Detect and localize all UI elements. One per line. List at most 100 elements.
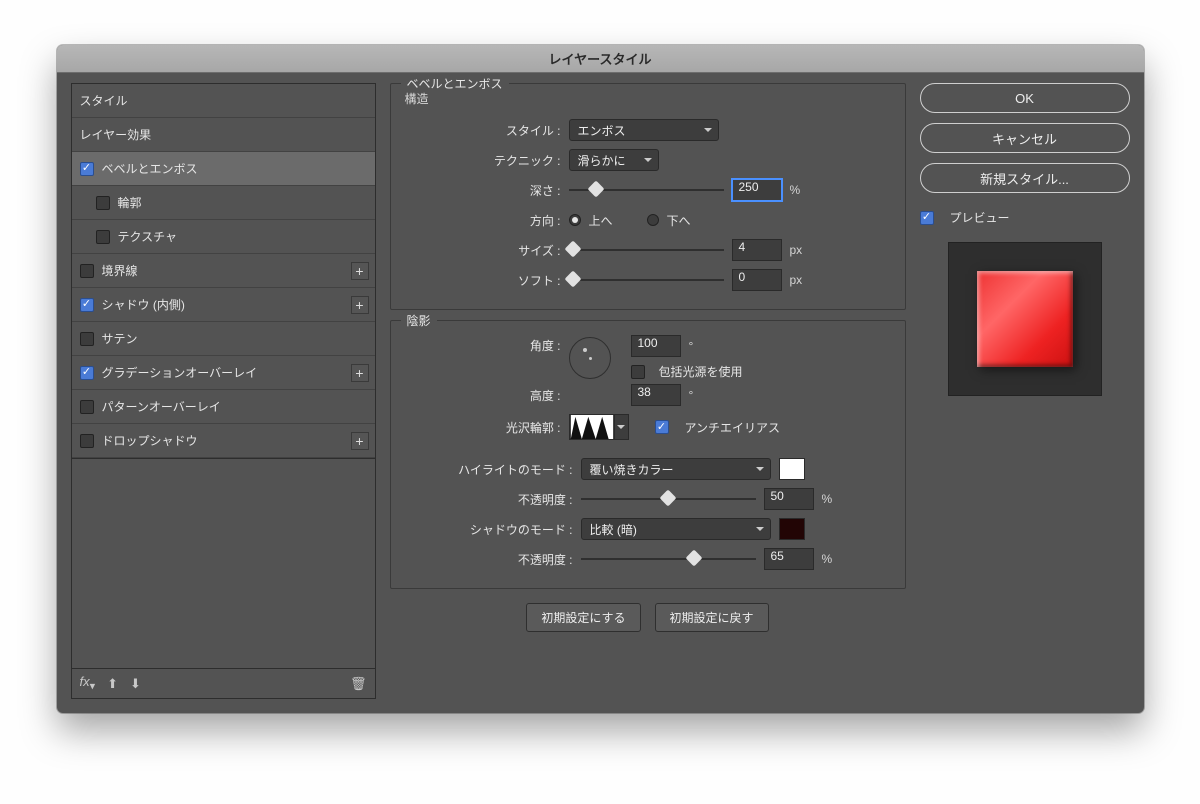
style-list-panel: スタイル レイヤー効果 ベベルとエンボス 輪郭 テクスチャ 境界線 + シャドウ … xyxy=(71,83,376,699)
shading-legend: 陰影 xyxy=(401,312,437,329)
action-panel: OK キャンセル 新規スタイル... プレビュー xyxy=(920,83,1130,699)
bevel-checkbox[interactable] xyxy=(80,162,94,176)
direction-up-label: 上へ xyxy=(589,212,613,229)
style-select[interactable]: エンボス xyxy=(569,119,719,141)
angle-input[interactable]: 100 xyxy=(631,335,681,357)
stroke-label: 境界線 xyxy=(102,262,138,279)
highlight-opacity-label: 不透明度 : xyxy=(423,491,573,508)
stroke-checkbox[interactable] xyxy=(80,264,94,278)
move-down-icon[interactable]: ⬇ xyxy=(130,676,141,692)
add-inner-shadow-icon[interactable]: + xyxy=(351,296,369,314)
contour-label: 輪郭 xyxy=(118,194,142,211)
gloss-contour-picker[interactable] xyxy=(569,414,615,440)
inner-shadow-checkbox[interactable] xyxy=(80,298,94,312)
depth-slider[interactable] xyxy=(569,181,724,199)
drop-shadow-label: ドロップシャドウ xyxy=(102,432,198,449)
gradient-overlay-checkbox[interactable] xyxy=(80,366,94,380)
highlight-opacity-slider[interactable] xyxy=(581,490,756,508)
gloss-contour-dropdown[interactable] xyxy=(615,414,629,440)
shadow-opacity-unit: % xyxy=(822,552,833,566)
altitude-input[interactable]: 38 xyxy=(631,384,681,406)
ok-button[interactable]: OK xyxy=(920,83,1130,113)
antialias-checkbox[interactable] xyxy=(655,420,669,434)
shadow-opacity-slider[interactable] xyxy=(581,550,756,568)
shadow-mode-label: シャドウのモード : xyxy=(423,521,573,538)
style-list-footer: fx▾ ⬆ ⬇ 🗑 xyxy=(71,669,376,699)
fx-icon[interactable]: fx▾ xyxy=(80,674,96,693)
inner-shadow-label: シャドウ (内側) xyxy=(102,296,185,313)
reset-default-button[interactable]: 初期設定に戻す xyxy=(655,603,769,632)
style-label: スタイル : xyxy=(423,122,561,139)
highlight-opacity-input[interactable]: 50 xyxy=(764,488,814,510)
direction-down-label: 下へ xyxy=(667,212,691,229)
size-input[interactable]: 4 xyxy=(732,239,782,261)
add-drop-shadow-icon[interactable]: + xyxy=(351,432,369,450)
inner-shadow-row[interactable]: シャドウ (内側) + xyxy=(72,288,375,322)
soften-unit: px xyxy=(790,273,803,287)
angle-dial[interactable] xyxy=(569,337,611,379)
drop-shadow-row[interactable]: ドロップシャドウ + xyxy=(72,424,375,458)
satin-row[interactable]: サテン xyxy=(72,322,375,356)
satin-checkbox[interactable] xyxy=(80,332,94,346)
structure-legend: 構造 xyxy=(405,90,891,107)
styles-header[interactable]: スタイル xyxy=(72,84,375,118)
size-slider[interactable] xyxy=(569,241,724,259)
shadow-opacity-label: 不透明度 : xyxy=(423,551,573,568)
global-light-label: 包括光源を使用 xyxy=(659,363,743,380)
bevel-label: ベベルとエンボス xyxy=(102,160,198,177)
trash-icon[interactable]: 🗑 xyxy=(350,676,367,692)
antialias-label: アンチエイリアス xyxy=(685,419,781,436)
cancel-button[interactable]: キャンセル xyxy=(920,123,1130,153)
texture-checkbox[interactable] xyxy=(96,230,110,244)
dialog-title: レイヤースタイル xyxy=(549,49,652,68)
shadow-color-swatch[interactable] xyxy=(779,518,805,540)
depth-input[interactable]: 250 xyxy=(732,179,782,201)
size-unit: px xyxy=(790,243,803,257)
pattern-overlay-row[interactable]: パターンオーバーレイ xyxy=(72,390,375,424)
blending-label: レイヤー効果 xyxy=(80,126,152,143)
preview-checkbox[interactable] xyxy=(920,211,934,225)
highlight-opacity-unit: % xyxy=(822,492,833,506)
bevel-emboss-row[interactable]: ベベルとエンボス xyxy=(72,152,375,186)
depth-unit: % xyxy=(790,183,801,197)
add-stroke-icon[interactable]: + xyxy=(351,262,369,280)
contour-checkbox[interactable] xyxy=(96,196,110,210)
direction-up-radio[interactable] xyxy=(569,214,581,226)
preview-swatch xyxy=(977,271,1073,367)
gradient-overlay-label: グラデーションオーバーレイ xyxy=(102,364,258,381)
titlebar[interactable]: レイヤースタイル xyxy=(57,45,1144,73)
layer-style-dialog: レイヤースタイル スタイル レイヤー効果 ベベルとエンボス 輪郭 テクスチャ 境… xyxy=(57,45,1144,713)
depth-label: 深さ : xyxy=(423,182,561,199)
highlight-color-swatch[interactable] xyxy=(779,458,805,480)
global-light-checkbox[interactable] xyxy=(631,365,645,379)
pattern-overlay-checkbox[interactable] xyxy=(80,400,94,414)
technique-select[interactable]: 滑らかに xyxy=(569,149,659,171)
soften-slider[interactable] xyxy=(569,271,724,289)
preview-thumbnail xyxy=(948,242,1102,396)
texture-row[interactable]: テクスチャ xyxy=(72,220,375,254)
altitude-label: 高度 : xyxy=(423,387,561,404)
highlight-mode-label: ハイライトのモード : xyxy=(423,461,573,478)
angle-unit: ° xyxy=(689,339,694,353)
direction-down-radio[interactable] xyxy=(647,214,659,226)
gradient-overlay-row[interactable]: グラデーションオーバーレイ + xyxy=(72,356,375,390)
shadow-mode-select[interactable]: 比較 (暗) xyxy=(581,518,771,540)
drop-shadow-checkbox[interactable] xyxy=(80,434,94,448)
soften-input[interactable]: 0 xyxy=(732,269,782,291)
soften-label: ソフト : xyxy=(423,272,561,289)
blending-options-row[interactable]: レイヤー効果 xyxy=(72,118,375,152)
panel-title: ベベルとエンボス xyxy=(401,75,509,92)
stroke-row[interactable]: 境界線 + xyxy=(72,254,375,288)
new-style-button[interactable]: 新規スタイル... xyxy=(920,163,1130,193)
direction-label: 方向 : xyxy=(423,212,561,229)
shadow-opacity-input[interactable]: 65 xyxy=(764,548,814,570)
make-default-button[interactable]: 初期設定にする xyxy=(526,603,640,632)
gloss-contour-label: 光沢輪郭 : xyxy=(423,419,561,436)
move-up-icon[interactable]: ⬆ xyxy=(107,676,118,692)
highlight-mode-select[interactable]: 覆い焼きカラー xyxy=(581,458,771,480)
settings-panel: ベベルとエンボス 構造 スタイル : エンボス テクニック : 滑らかに 深さ … xyxy=(390,83,906,699)
add-gradient-overlay-icon[interactable]: + xyxy=(351,364,369,382)
contour-row[interactable]: 輪郭 xyxy=(72,186,375,220)
preview-label: プレビュー xyxy=(950,209,1010,226)
pattern-overlay-label: パターンオーバーレイ xyxy=(102,398,221,415)
